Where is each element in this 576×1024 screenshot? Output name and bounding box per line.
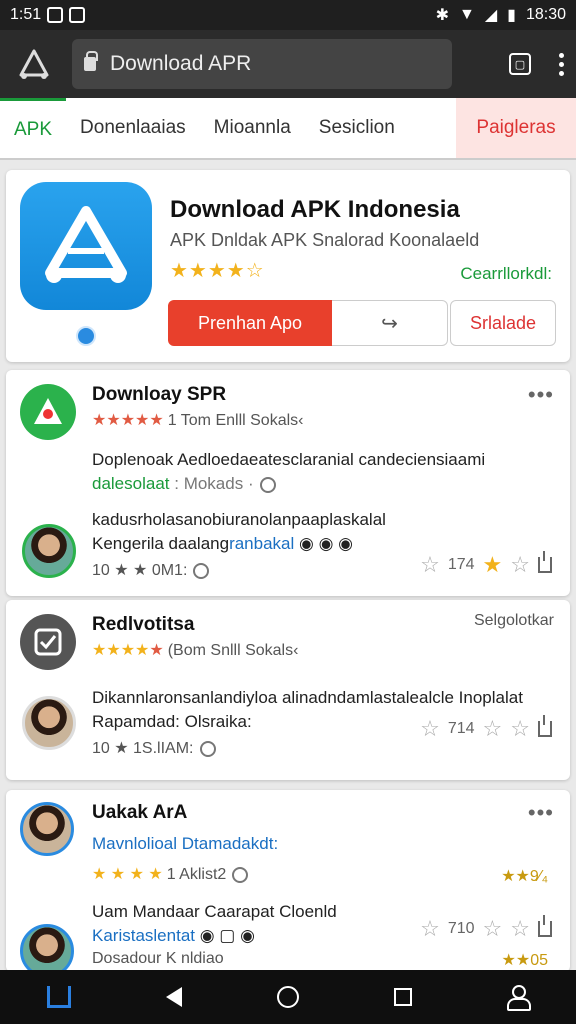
install-button[interactable]: Prenhan Apo [168, 300, 332, 346]
share-icon[interactable] [538, 915, 552, 937]
overflow-menu-icon[interactable] [559, 52, 564, 76]
review-meta: Dosadour K nldiao [92, 950, 224, 967]
home-circle-icon[interactable] [276, 986, 299, 1008]
bluetooth-icon: ✱ [435, 7, 449, 24]
item-rating: ★ ★ ★ ★ 1 Aklist2 [92, 864, 249, 884]
tab-selection[interactable]: Sesiclion [305, 98, 409, 158]
list-item[interactable]: Uakak ArA ••• Mavnlolioal Dtamadakdt: ★ … [6, 790, 570, 978]
browser-toolbar: Download APR ▢ [0, 30, 576, 98]
tabs-switcher-button[interactable]: ▢ [509, 53, 531, 75]
app-title: Download APK Indonesia [170, 196, 460, 223]
recents-icon[interactable] [393, 988, 412, 1006]
profile-icon[interactable] [506, 985, 531, 1011]
developer-link[interactable]: Cearrllorkdl: [460, 264, 552, 284]
item-small-rating: ★★05 [501, 952, 548, 969]
avatar[interactable] [22, 696, 76, 750]
item-score: 714 [447, 720, 475, 737]
home-icon[interactable] [47, 986, 72, 1008]
item-score: 174 [447, 556, 475, 573]
status-time: 1:51 [10, 6, 42, 23]
address-text: Download APR [110, 52, 252, 75]
review-text-line2: Rapamdad: Olsraika: [92, 712, 252, 731]
star-outline-icon[interactable]: ☆ [510, 916, 530, 942]
star-outline-icon[interactable]: ☆ [510, 716, 530, 742]
tab-downloads[interactable]: Donenlaaias [66, 98, 200, 158]
more-options-icon[interactable]: ••• [528, 800, 554, 826]
item-score: 710 [447, 920, 475, 937]
list-item[interactable]: Redlvotitsa ★★★★★ (Bom Snlll Sokals‹ Selg… [6, 600, 570, 780]
item-actions: ☆ 174 ★ ☆ [420, 551, 552, 578]
star-outline-icon[interactable]: ☆ [510, 552, 530, 578]
item-rating: ★★★★★ 1 Tom Enlll Sokals‹ [92, 412, 304, 429]
item-category: Selgolotkar [473, 612, 554, 629]
item-title: Redlvotitsa [92, 614, 195, 635]
star-outline-icon[interactable]: ☆ [420, 716, 440, 742]
system-nav-bar [0, 970, 576, 1024]
lock-icon [84, 51, 98, 71]
star-outline-icon[interactable]: ☆ [420, 916, 440, 942]
home-logo-icon[interactable] [12, 42, 56, 86]
review-text-line2: Karistaslentat ◉ ▢ ◉ [92, 926, 255, 945]
item-description: Doplenoak Aedloedaeatesclaranial candeci… [92, 450, 486, 469]
tab-games[interactable]: Mioannla [200, 98, 305, 158]
tab-apk[interactable]: APK [0, 98, 67, 158]
wifi-icon: ▼ [458, 6, 475, 23]
signal-icon: ◢ [484, 7, 498, 24]
avatar[interactable] [20, 802, 74, 856]
star-outline-icon[interactable]: ☆ [483, 916, 503, 942]
tab-popular[interactable]: Paigleras [456, 98, 576, 158]
review-text: Uam Mandaar Caarapat Cloenld [92, 902, 337, 921]
share-icon[interactable] [538, 551, 552, 573]
avatar[interactable] [22, 524, 76, 578]
featured-app-card: Download APK Indonesia APK Dnldak APK Sn… [6, 170, 570, 362]
star-outline-icon[interactable]: ☆ [420, 552, 440, 578]
item-subline: Mavnlolioal Dtamadakdt: [92, 834, 279, 853]
checkbox-app-icon [20, 614, 76, 670]
verified-badge-icon [76, 326, 96, 346]
status-clock: 18:30 [525, 6, 566, 23]
details-button[interactable]: Srlalade [450, 300, 556, 346]
status-bar: 1:51 ✱ ▼ ◢ ▮ 18:30 [0, 0, 576, 30]
item-rating: ★★★★★ (Bom Snlll Sokals‹ [92, 642, 299, 659]
notification-icon [47, 7, 64, 23]
share-icon[interactable] [538, 715, 552, 737]
back-icon[interactable] [166, 987, 183, 1007]
share-button[interactable]: ↪ [332, 300, 448, 346]
item-score-stars: ★★9⁄₄ [501, 868, 548, 885]
more-options-icon[interactable]: ••• [528, 382, 554, 408]
review-text: kadusrholasanobiuranolanpaaplaskalal [92, 510, 386, 529]
item-title: Uakak ArA [92, 802, 188, 823]
item-title: Downloay SPR [92, 384, 227, 405]
item-actions: ☆ 710 ☆ ☆ [420, 915, 552, 942]
review-text-line2: Kengerila daalangranbakal ◉ ◉ ◉ [92, 534, 353, 553]
globe-icon [259, 476, 276, 493]
image-notification-icon [69, 7, 86, 23]
item-actions: ☆ 714 ☆ ☆ [420, 715, 552, 742]
review-meta: 10 ★ ★ 0M1: [92, 560, 210, 580]
app-rating-stars: ★★★★☆ [170, 260, 265, 282]
app-logo-icon [20, 384, 76, 440]
star-outline-icon[interactable]: ☆ [483, 716, 503, 742]
app-subtitle: APK Dnldak APK Snalorad Koonalaeld [170, 230, 480, 250]
app-icon[interactable] [20, 182, 152, 310]
review-meta: 10 ★ 1S.lIAM: [92, 738, 216, 758]
list-item[interactable]: Downloay SPR ★★★★★ 1 Tom Enlll Sokals‹ ••… [6, 370, 570, 596]
address-bar[interactable]: Download APR [72, 39, 452, 89]
item-subline: dalesolaat : Mokads · [92, 474, 276, 494]
category-tabs: APK Donenlaaias Mioannla Sesiclion Paigl… [0, 98, 576, 160]
battery-icon: ▮ [507, 7, 516, 24]
review-text: Dikannlaronsanlandiyloa alinadndamlastal… [92, 688, 523, 707]
star-filled-icon[interactable]: ★ [483, 552, 503, 578]
